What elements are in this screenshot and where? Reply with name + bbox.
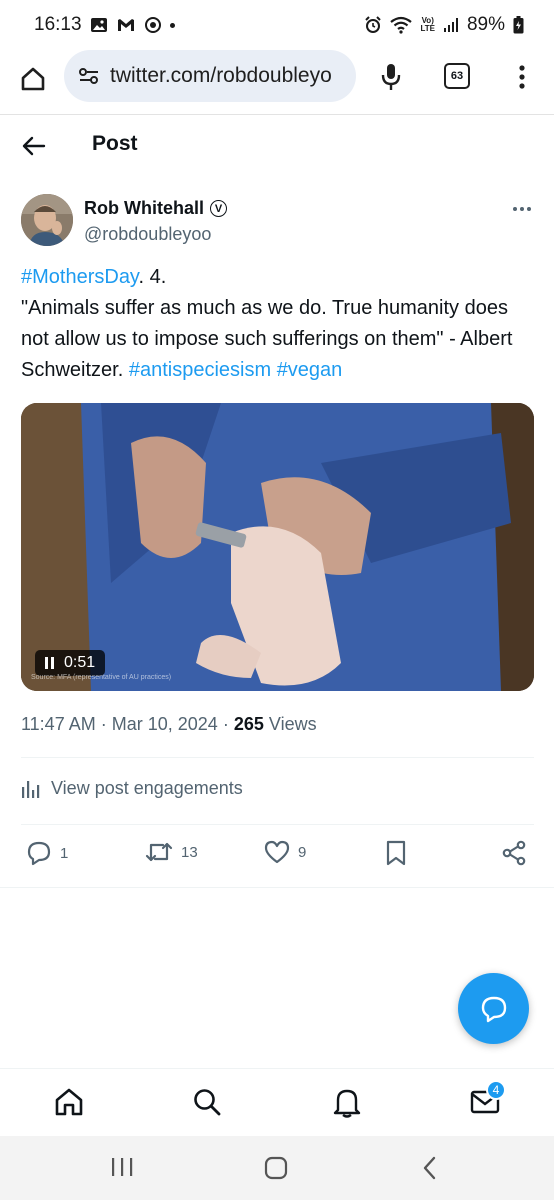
hashtag-antispeciesism[interactable]: #antispeciesism	[129, 359, 271, 381]
nav-search[interactable]	[190, 1085, 224, 1119]
author-name[interactable]: Rob Whitehall V	[84, 198, 227, 219]
meta-separator: ·	[100, 714, 107, 734]
video-duration: 0:51	[64, 654, 96, 671]
divider	[21, 757, 534, 758]
alarm-icon	[364, 16, 382, 34]
author-handle[interactable]: @robdoubleyoo	[84, 224, 211, 245]
hashtag-vegan[interactable]: #vegan	[277, 359, 343, 381]
messages-badge: 4	[486, 1080, 506, 1100]
divider	[0, 887, 554, 888]
microphone-icon	[381, 64, 401, 90]
nav-home[interactable]	[52, 1085, 86, 1119]
browser-divider	[0, 114, 554, 115]
site-settings-icon[interactable]	[78, 67, 100, 85]
recent-apps-button[interactable]	[110, 1156, 134, 1178]
like-button[interactable]: 9	[264, 840, 306, 864]
video-source-caption: Source: MFA (representative of AU practi…	[31, 674, 172, 681]
back-button[interactable]	[20, 132, 48, 160]
system-home-button[interactable]	[264, 1156, 288, 1180]
recent-apps-icon	[112, 1158, 133, 1176]
browser-menu-button[interactable]	[510, 62, 534, 92]
more-dot	[527, 207, 531, 211]
status-right: Vo) LTE 89%	[364, 14, 524, 36]
share-button[interactable]	[501, 840, 527, 866]
avatar[interactable]	[21, 194, 73, 246]
post-time[interactable]: 11:47 AM	[21, 714, 96, 734]
bookmark-button[interactable]	[385, 840, 407, 866]
arrow-left-icon	[22, 136, 46, 156]
video-time-overlay[interactable]: 0:51	[35, 650, 106, 676]
url-text[interactable]: twitter.com/robdoubleyo	[110, 64, 332, 88]
post-actions: 1 13 9	[0, 840, 554, 874]
home-icon	[55, 1088, 83, 1116]
status-bar: 16:13 Vo) LTE 89%	[0, 0, 554, 50]
meta-separator: ·	[222, 714, 229, 734]
tab-switcher-button[interactable]: 63	[444, 63, 470, 89]
bottom-navigation	[0, 1068, 554, 1136]
battery-icon	[513, 16, 524, 34]
share-icon	[502, 840, 526, 866]
author-name-text[interactable]: Rob Whitehall	[84, 198, 204, 219]
repost-button[interactable]: 13	[145, 840, 198, 864]
vegan-badge-icon: V	[210, 200, 227, 217]
more-vert-icon	[519, 65, 525, 89]
hashtag-mothersday[interactable]: #MothersDay	[21, 266, 138, 288]
bell-icon	[333, 1089, 361, 1118]
new-message-fab[interactable]	[458, 973, 529, 1044]
wifi-icon	[390, 16, 413, 34]
page-title: Post	[92, 132, 138, 155]
bookmark-icon	[386, 840, 406, 866]
repost-count: 13	[181, 843, 198, 861]
gmail-icon	[116, 17, 136, 33]
more-dot	[520, 207, 524, 211]
browser-toolbar: twitter.com/robdoubleyo 63	[0, 50, 554, 112]
views-count: 265	[233, 714, 264, 734]
post-text-number: . 4.	[138, 266, 167, 288]
post-meta: 11:47 AM · Mar 10, 2024 · 265 Views	[21, 714, 317, 735]
nav-notifications[interactable]	[330, 1085, 364, 1119]
home-square-icon	[264, 1156, 288, 1180]
more-options-button[interactable]	[510, 200, 534, 218]
engagements-label[interactable]: View post engagements	[51, 778, 243, 799]
chat-bubble-icon	[481, 996, 506, 1022]
search-icon	[194, 1089, 221, 1116]
video-player[interactable]: 0:51 Source: MFA (representative of AU p…	[21, 403, 534, 691]
pause-icon[interactable]	[45, 657, 54, 669]
heart-icon	[264, 840, 290, 864]
home-icon	[21, 67, 45, 91]
reply-icon	[27, 841, 51, 866]
video-frame	[21, 403, 534, 691]
views-label: Views	[268, 714, 317, 734]
gallery-icon	[90, 17, 108, 33]
post-text: #MothersDay. 4. "Animals suffer as much …	[21, 262, 536, 386]
status-left: 16:13	[34, 14, 175, 36]
voice-search-button[interactable]	[376, 60, 406, 94]
sync-icon	[144, 16, 162, 34]
more-dot	[513, 207, 517, 211]
address-bar[interactable]: twitter.com/robdoubleyo	[64, 50, 356, 102]
divider	[21, 824, 534, 825]
like-count: 9	[298, 843, 307, 861]
reply-count: 1	[60, 844, 69, 862]
post-header: Post	[0, 118, 554, 174]
browser-home-button[interactable]	[14, 60, 52, 98]
analytics-icon	[22, 780, 40, 798]
post-date[interactable]: Mar 10, 2024	[112, 714, 218, 734]
repost-icon	[145, 842, 173, 862]
battery-percent: 89%	[466, 14, 505, 35]
signal-icon	[443, 17, 459, 33]
lte-indicator: Vo) LTE	[420, 16, 435, 33]
system-navigation-bar	[0, 1136, 554, 1200]
reply-button[interactable]: 1	[26, 840, 68, 866]
view-engagements-link[interactable]: View post engagements	[21, 778, 243, 799]
chevron-left-icon	[423, 1156, 436, 1180]
status-time: 16:13	[34, 14, 82, 35]
system-back-button[interactable]	[422, 1156, 438, 1180]
notification-dot	[169, 22, 175, 28]
